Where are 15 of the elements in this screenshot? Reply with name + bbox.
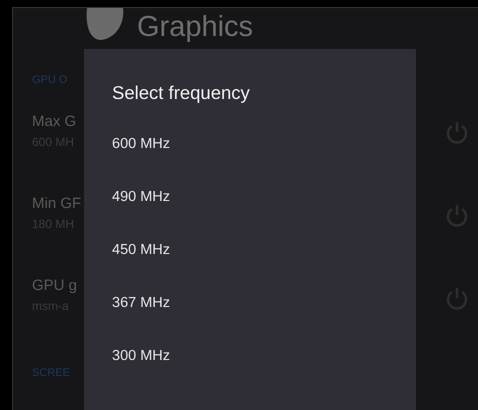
frequency-option[interactable]: 300 MHz xyxy=(112,346,170,366)
setting-title: GPU g xyxy=(32,276,78,296)
power-icon[interactable] xyxy=(444,120,470,146)
frequency-option[interactable]: 450 MHz xyxy=(112,240,170,260)
section-header: SCREE xyxy=(32,366,71,380)
page-title: Graphics xyxy=(137,13,254,42)
frequency-option[interactable]: 367 MHz xyxy=(112,294,170,313)
setting-title: Min GF xyxy=(32,194,82,214)
power-icon[interactable] xyxy=(444,203,470,229)
dialog-title: Select frequency xyxy=(112,81,251,105)
frequency-option[interactable]: 490 MHz xyxy=(112,188,170,207)
frequency-option[interactable]: 600 MHz xyxy=(112,134,170,154)
power-icon[interactable] xyxy=(444,286,470,312)
section-header: GPU O xyxy=(32,73,68,88)
setting-title: Max G xyxy=(32,112,78,132)
